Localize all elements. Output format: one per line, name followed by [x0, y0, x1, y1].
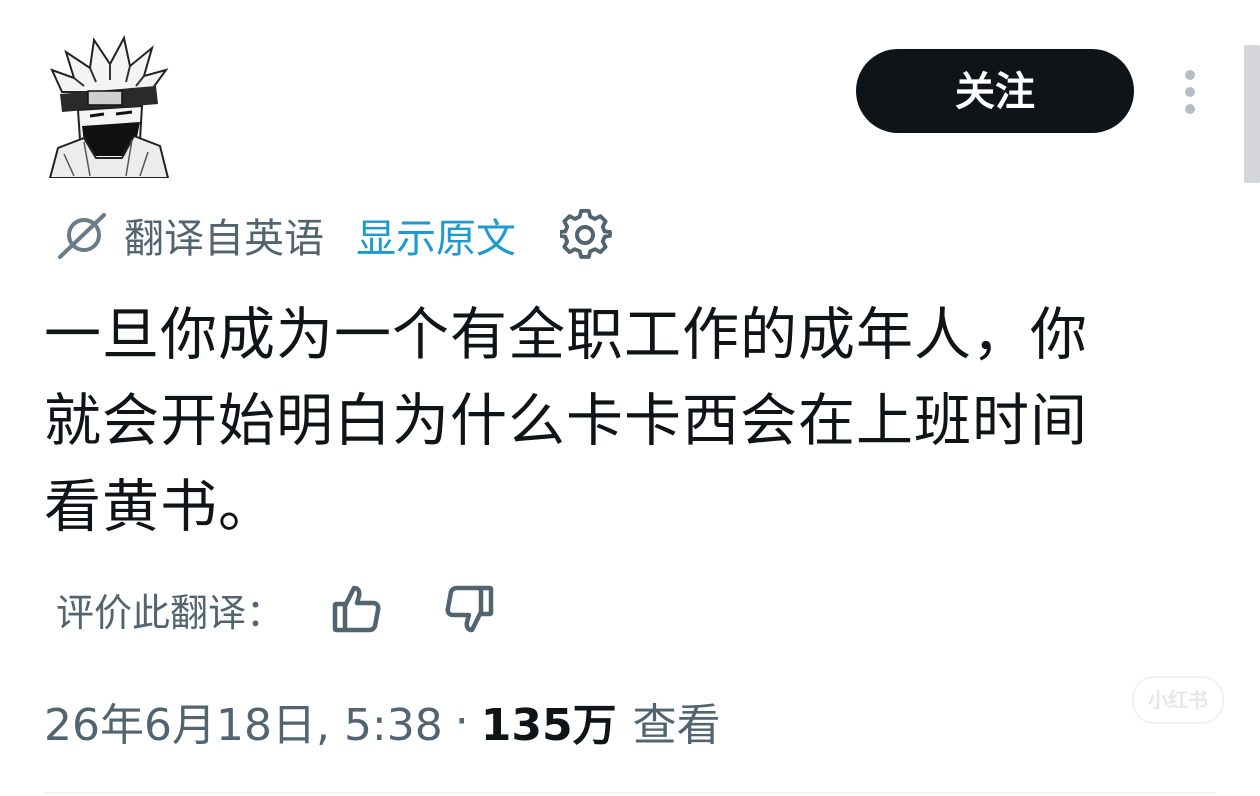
show-original-link[interactable]: 显示原文: [356, 206, 516, 264]
tweet-line: 就会开始明白为什么卡卡西会在上班时间: [44, 388, 1088, 454]
more-options-icon[interactable]: [1170, 64, 1210, 120]
timestamp[interactable]: 26年6月18日, 5:38: [44, 689, 443, 753]
rate-translation-bar: 评价此翻译：: [56, 574, 554, 644]
follow-button[interactable]: 关注: [856, 49, 1134, 133]
translation-bar: 翻译自英语 显示原文: [54, 200, 612, 270]
views-label: 查看: [632, 700, 721, 751]
gear-icon[interactable]: [560, 209, 612, 261]
tweet-text: 一旦你成为一个有全职工作的成年人，你 就会开始明白为什么卡卡西会在上班时间 看黄…: [44, 292, 1204, 550]
author-avatar[interactable]: [44, 30, 172, 178]
tweet-line: 一旦你成为一个有全职工作的成年人，你: [44, 302, 1088, 368]
rate-translation-label: 评价此翻译：: [56, 590, 285, 635]
watermark-logo: 小红书: [1132, 676, 1224, 724]
translate-icon: [58, 213, 106, 259]
more-dot: [1185, 87, 1195, 97]
scrollbar[interactable]: [1244, 45, 1260, 183]
more-dot: [1185, 70, 1195, 80]
thumbs-up-icon[interactable]: [330, 582, 384, 636]
divider: [44, 792, 1216, 794]
separator-dot: ·: [454, 695, 469, 747]
tweet-line: 看黄书。: [44, 474, 276, 540]
thumbs-down-icon[interactable]: [442, 582, 496, 636]
more-dot: [1185, 104, 1195, 114]
views-count: 135万: [480, 700, 617, 751]
tweet-meta: 26年6月18日, 5:38 · 135万 查看: [44, 686, 721, 756]
avatar-image: [44, 30, 172, 178]
translated-from-label: 翻译自英语: [124, 216, 324, 262]
